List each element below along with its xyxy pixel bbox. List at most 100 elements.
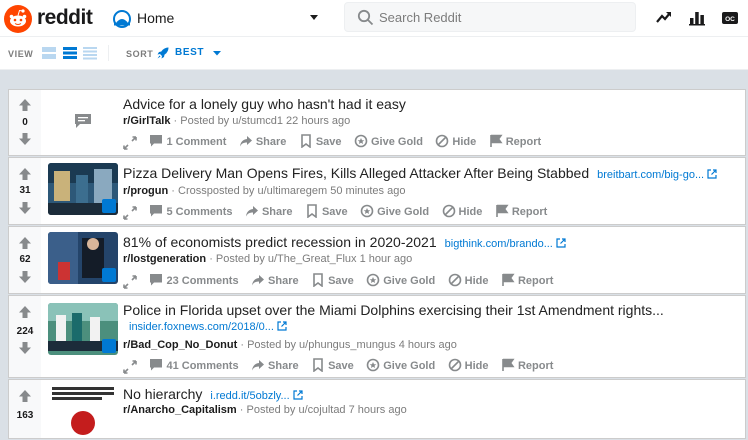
report-button[interactable]: Report <box>501 358 553 378</box>
save-button[interactable]: Save <box>311 273 354 293</box>
upvote-arrow-icon[interactable] <box>18 389 32 403</box>
report-label: Report <box>511 206 548 218</box>
self-post-thumbnail[interactable] <box>48 95 118 147</box>
expand-icon[interactable] <box>123 206 137 220</box>
give-gold-label: Give Gold <box>371 136 423 148</box>
downvote-arrow-icon[interactable] <box>18 132 32 146</box>
link-thumbnail[interactable] <box>48 303 118 355</box>
expand-icon[interactable] <box>123 275 137 289</box>
post-card[interactable]: 31 Pizza Delivery Man Opens Fires, Kills… <box>8 157 746 225</box>
post-title-text[interactable]: No hierarchy <box>123 386 202 402</box>
comments-button[interactable]: 1 Comment <box>149 134 226 154</box>
card-view-icon[interactable] <box>41 45 57 61</box>
expand-icon[interactable] <box>123 360 137 374</box>
external-link-icon[interactable] <box>556 238 566 248</box>
chevron-down-icon[interactable] <box>309 12 319 22</box>
trending-icon[interactable] <box>655 9 673 27</box>
vote-score: 31 <box>19 185 31 196</box>
report-button[interactable]: Report <box>495 204 547 224</box>
subreddit-link[interactable]: r/Bad_Cop_No_Donut <box>123 339 237 351</box>
post-domain-link[interactable]: bigthink.com/brando... <box>445 238 553 250</box>
sort-best-dropdown[interactable]: BEST <box>175 47 204 58</box>
report-button[interactable]: Report <box>489 134 541 154</box>
expand-icon[interactable] <box>123 136 137 150</box>
downvote-arrow-icon[interactable] <box>18 341 32 355</box>
comment-icon <box>150 359 163 371</box>
share-button[interactable]: Share <box>239 134 286 154</box>
link-thumbnail[interactable] <box>48 232 118 284</box>
downvote-arrow-icon[interactable] <box>18 270 32 284</box>
give-gold-button[interactable]: Give Gold <box>354 134 423 154</box>
save-label: Save <box>315 136 342 148</box>
post-actions: 23 Comments Share Save Give Gold Hide Re… <box>123 273 561 293</box>
post-card[interactable]: 163 No hierarchy i.redd.it/5obzly... r/An… <box>8 379 746 439</box>
upvote-arrow-icon[interactable] <box>18 98 32 112</box>
hide-button[interactable]: Hide <box>448 358 489 378</box>
link-thumbnail[interactable] <box>48 385 118 437</box>
share-button[interactable]: Share <box>245 204 293 224</box>
post-title-text[interactable]: Pizza Delivery Man Opens Fires, Kills Al… <box>123 165 589 181</box>
vote-score: 163 <box>16 410 34 421</box>
post-feed: 0 Advice for a lonely guy who hasn't had… <box>8 89 746 440</box>
give-gold-button[interactable]: Give Gold <box>366 358 435 378</box>
hide-button[interactable]: Hide <box>442 204 483 224</box>
share-button[interactable]: Share <box>251 358 299 378</box>
post-domain-link[interactable]: insider.foxnews.com/2018/0... <box>129 321 274 333</box>
post-card[interactable]: 62 81% of economists predict recession i… <box>8 226 746 294</box>
vote-column: 31 <box>9 158 41 224</box>
original-content-icon[interactable]: OC <box>721 9 739 27</box>
hide-icon <box>448 273 461 287</box>
comments-button[interactable]: 23 Comments <box>149 273 239 293</box>
share-button[interactable]: Share <box>251 273 299 293</box>
post-title[interactable]: 81% of economists predict recession in 2… <box>123 234 566 250</box>
upvote-arrow-icon[interactable] <box>18 305 32 319</box>
post-title[interactable]: Police in Florida upset over the Miami D… <box>123 302 664 318</box>
save-button[interactable]: Save <box>299 134 342 154</box>
upvote-arrow-icon[interactable] <box>18 236 32 250</box>
post-title-text[interactable]: Advice for a lonely guy who hasn't had i… <box>123 96 406 112</box>
popular-stats-icon[interactable] <box>688 9 706 27</box>
link-thumbnail[interactable] <box>48 163 118 215</box>
post-title-text[interactable]: Police in Florida upset over the Miami D… <box>123 302 664 318</box>
save-button[interactable]: Save <box>311 358 354 378</box>
hide-button[interactable]: Hide <box>435 134 476 154</box>
hide-button[interactable]: Hide <box>448 273 489 293</box>
view-label: VIEW <box>8 49 34 59</box>
comments-button[interactable]: 5 Comments <box>149 204 232 224</box>
subreddit-link[interactable]: r/lostgeneration <box>123 253 206 265</box>
post-title-text[interactable]: 81% of economists predict recession in 2… <box>123 234 437 250</box>
downvote-arrow-icon[interactable] <box>18 201 32 215</box>
reddit-logo-icon[interactable] <box>4 5 32 33</box>
comments-button[interactable]: 41 Comments <box>149 358 239 378</box>
share-icon <box>245 206 258 217</box>
give-gold-button[interactable]: Give Gold <box>360 204 429 224</box>
post-title[interactable]: Pizza Delivery Man Opens Fires, Kills Al… <box>123 165 717 181</box>
give-gold-button[interactable]: Give Gold <box>366 273 435 293</box>
home-icon <box>113 10 131 28</box>
external-link-icon[interactable] <box>293 390 303 400</box>
post-card[interactable]: 0 Advice for a lonely guy who hasn't had… <box>8 89 746 156</box>
subreddit-link[interactable]: r/Anarcho_Capitalism <box>123 404 237 416</box>
post-title[interactable]: No hierarchy i.redd.it/5obzly... <box>123 386 303 402</box>
subreddit-link[interactable]: r/progun <box>123 185 168 197</box>
chevron-down-icon[interactable] <box>213 49 221 57</box>
home-feed-selector[interactable]: Home <box>137 10 174 26</box>
post-title[interactable]: Advice for a lonely guy who hasn't had i… <box>123 96 406 112</box>
report-button[interactable]: Report <box>501 273 553 293</box>
top-navigation-bar: reddit Home Search Reddit OC <box>0 0 748 37</box>
search-input[interactable]: Search Reddit <box>344 2 636 32</box>
post-card[interactable]: 224 Police in Florida upset over the Mia… <box>8 295 746 378</box>
external-link-icon[interactable] <box>277 321 287 331</box>
post-domain-link[interactable]: i.redd.it/5obzly... <box>210 390 289 402</box>
flag-icon <box>489 134 503 147</box>
reddit-wordmark[interactable]: reddit <box>37 6 93 30</box>
compact-view-icon[interactable] <box>82 45 98 61</box>
save-button[interactable]: Save <box>305 204 348 224</box>
post-domain-link[interactable]: breitbart.com/big-go... <box>597 169 704 181</box>
share-label: Share <box>268 275 299 287</box>
subreddit-link[interactable]: r/GirlTalk <box>123 115 170 127</box>
external-link-icon[interactable] <box>707 169 717 179</box>
upvote-arrow-icon[interactable] <box>18 167 32 181</box>
hide-label: Hide <box>458 206 483 218</box>
classic-view-icon[interactable] <box>62 45 78 61</box>
